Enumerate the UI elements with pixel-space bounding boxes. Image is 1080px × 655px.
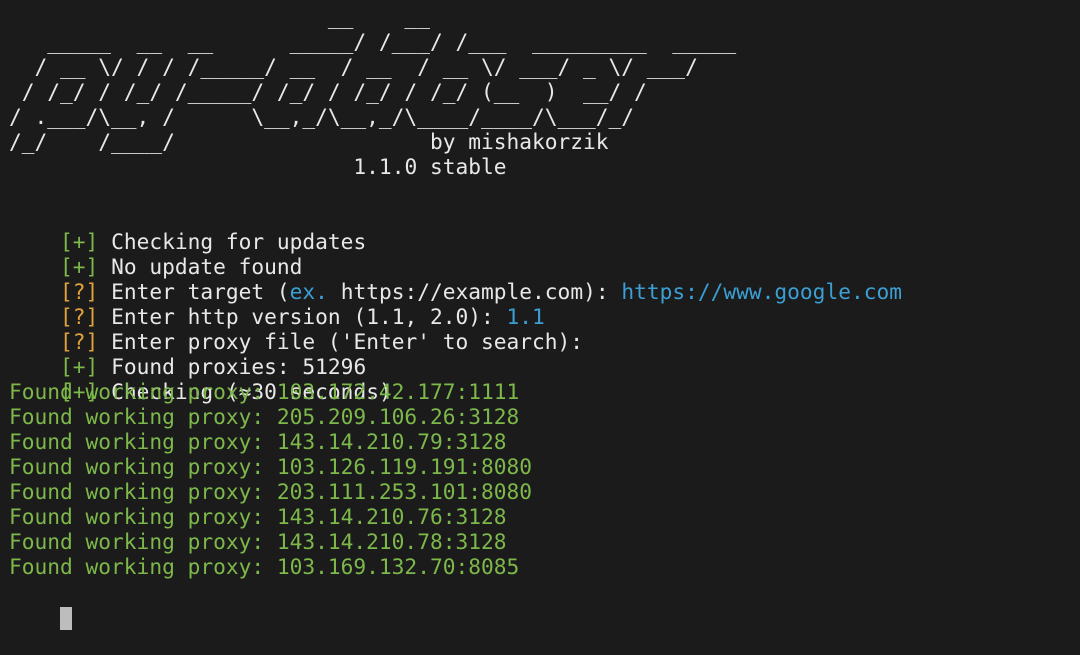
- proxy-result-line: Found working proxy: 143.14.210.76:3128: [9, 504, 507, 529]
- http-version-input-value: 1.1: [506, 304, 545, 329]
- prompt-text: Enter proxy file ('Enter' to search):: [111, 329, 584, 354]
- status-tag: [+]: [60, 254, 99, 279]
- log-line: [+] Checking for updates: [9, 204, 1074, 254]
- proxy-result-line: Found working proxy: 203.111.253.101:808…: [9, 479, 532, 504]
- text-cursor[interactable]: [60, 606, 73, 630]
- target-input-value: https://www.google.com: [621, 279, 902, 304]
- prompt-hint: ex.: [289, 279, 328, 304]
- prompt-tag: [?]: [60, 329, 99, 354]
- prompt-text: Enter target (: [111, 279, 290, 304]
- proxy-result-line: Found working proxy: 103.172.42.177:1111: [9, 379, 520, 404]
- banner-version-line: 1.1.0 stable: [9, 154, 1074, 179]
- proxy-result-line: Found working proxy: 103.169.132.70:8085: [9, 554, 520, 579]
- input-line[interactable]: [9, 579, 1074, 630]
- log-text: Checking for updates: [111, 229, 367, 254]
- status-tag: [+]: [60, 229, 99, 254]
- banner-author-text: by mishakorzik: [429, 129, 609, 154]
- proxy-result-line: Found working proxy: 103.126.119.191:808…: [9, 454, 532, 479]
- banner-art-line: / __ \/ / / /_____/ __ / __ / __ \/ ___/…: [9, 54, 698, 79]
- banner-art-tail: /_/ /____/: [9, 129, 175, 154]
- status-tag: [+]: [60, 354, 99, 379]
- log-text: No update found: [111, 254, 303, 279]
- prompt-tag: [?]: [60, 279, 99, 304]
- proxy-result-line: Found working proxy: 205.209.106.26:3128: [9, 404, 520, 429]
- banner-art-line: / .___/\__, / \__,_/\__,_/\____/____/\__…: [9, 104, 635, 129]
- proxy-result-line: Found working proxy: 143.14.210.78:3128: [9, 529, 507, 554]
- banner-art-line: /_/ /____/ by mishakorzik: [9, 129, 1074, 154]
- banner-version: 1.1.0 stable: [353, 154, 507, 179]
- prompt-text: Enter http version (1.1, 2.0):: [111, 304, 507, 329]
- ascii-banner: __ __ _____ __ __ _____/ /___/ /___ ____…: [9, 4, 1074, 179]
- terminal-window[interactable]: __ __ _____ __ __ _____/ /___/ /___ ____…: [9, 4, 1074, 630]
- banner-author: [175, 129, 430, 154]
- log-text: Found proxies: 51296: [111, 354, 367, 379]
- prompt-tag: [?]: [60, 304, 99, 329]
- banner-art-line: __ __: [9, 4, 430, 29]
- proxy-result-line: Found working proxy: 143.14.210.79:3128: [9, 429, 507, 454]
- prompt-text-example: https://example.com):: [327, 279, 622, 304]
- banner-art-line: / /_/ / /_/ /_____/ /_/ / /_/ / /_/ (__ …: [9, 79, 647, 104]
- banner-art-line: _____ __ __ _____/ /___/ /___ _________ …: [9, 29, 737, 54]
